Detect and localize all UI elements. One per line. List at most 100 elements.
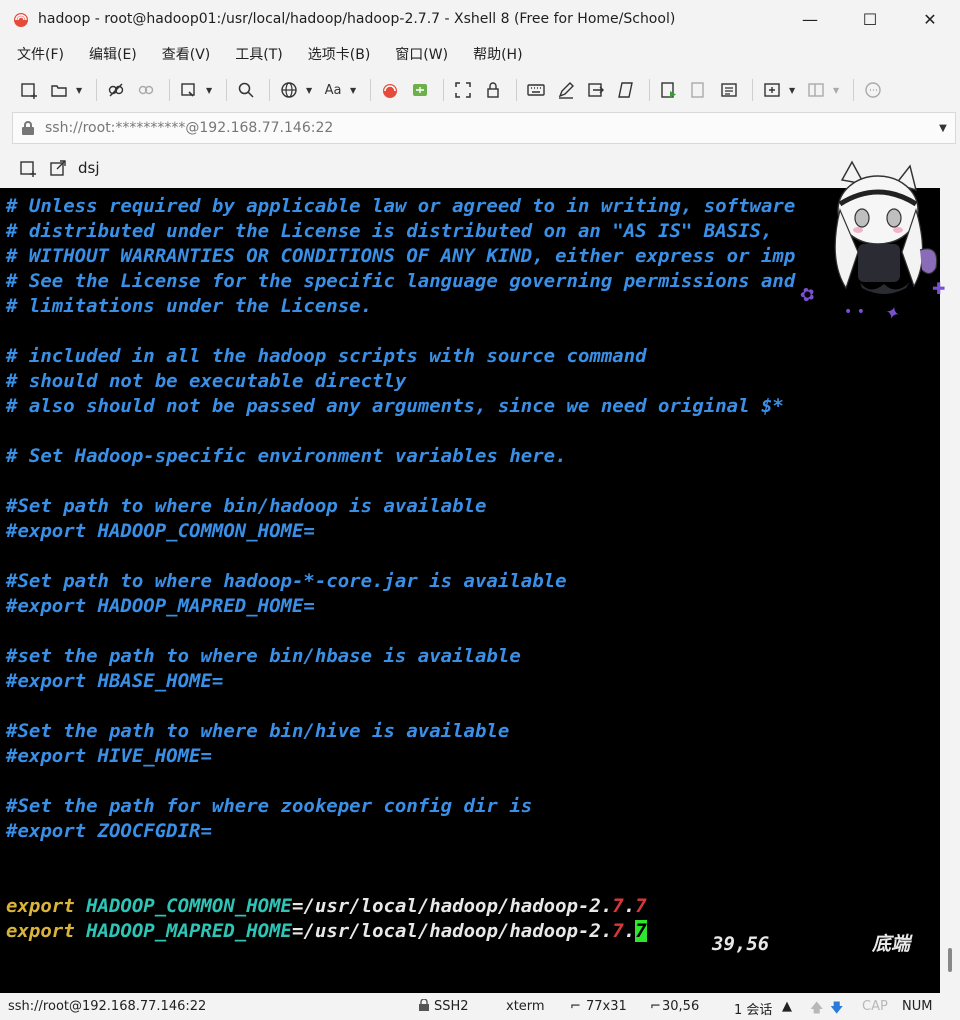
status-cursor: 30,56	[662, 999, 700, 1014]
terminal-line: export HADOOP_COMMON_HOME=/usr/local/had…	[6, 894, 795, 919]
stop-script-icon[interactable]	[686, 77, 712, 103]
menu-tools[interactable]: 工具(T)	[230, 42, 287, 66]
address-bar[interactable]: ssh://root:**********@192.168.77.146:22 …	[12, 112, 956, 144]
terminal-text: .	[623, 895, 636, 917]
vim-cursor-position: 39,56	[712, 933, 770, 955]
log-icon[interactable]	[716, 77, 742, 103]
terminal-text: #export HIVE_HOME=	[6, 745, 212, 767]
terminal-text: #export HADOOP_MAPRED_HOME=	[6, 595, 315, 617]
vim-status-line: 39,56 底端	[0, 932, 940, 957]
toolbar-divider	[443, 79, 444, 101]
search-icon[interactable]	[233, 77, 259, 103]
font-button[interactable]: Aa	[320, 77, 346, 103]
status-lock-icon	[418, 998, 430, 1015]
reconnect-icon[interactable]	[133, 77, 159, 103]
svg-text:✦: ✦	[882, 302, 902, 326]
layout-icon[interactable]	[803, 77, 829, 103]
terminal-line: #set the path to where bin/hbase is avai…	[6, 644, 795, 669]
menu-edit[interactable]: 编辑(E)	[84, 42, 142, 66]
toolbar-divider	[853, 79, 854, 101]
disconnect-icon[interactable]	[103, 77, 129, 103]
terminal-line: #export ZOOCFGDIR=	[6, 819, 795, 844]
lock-icon[interactable]	[480, 77, 506, 103]
terminal-line: #export HIVE_HOME=	[6, 744, 795, 769]
status-size-icon: ⌐	[570, 999, 581, 1014]
terminal-line: #export HBASE_HOME=	[6, 669, 795, 694]
chevron-down-icon[interactable]: ▼	[789, 86, 799, 95]
chevron-down-icon[interactable]: ▼	[833, 86, 843, 95]
terminal-area[interactable]: # Unless required by applicable law or a…	[0, 188, 940, 993]
terminal-text: #export HBASE_HOME=	[6, 670, 224, 692]
scrollbar-thumb[interactable]	[948, 948, 952, 972]
terminal-line: # Unless required by applicable law or a…	[6, 194, 795, 219]
anime-sticker-image: ✿ • • ✦ ✚	[797, 160, 960, 330]
maximize-button[interactable]: ☐	[840, 0, 900, 38]
address-text[interactable]: ssh://root:**********@192.168.77.146:22	[45, 120, 931, 136]
chevron-down-icon[interactable]: ▼	[350, 86, 360, 95]
terminal-line: #Set path to where bin/hadoop is availab…	[6, 494, 795, 519]
xshell-icon[interactable]	[377, 77, 403, 103]
terminal-text: # Set Hadoop-specific environment variab…	[6, 445, 567, 467]
open-tab-icon[interactable]	[48, 158, 68, 178]
terminal-line: #export HADOOP_MAPRED_HOME=	[6, 594, 795, 619]
svg-text:✿: ✿	[800, 283, 818, 308]
toolbar-divider	[649, 79, 650, 101]
terminal-text: # also should not be passed any argument…	[6, 395, 784, 417]
menu-tabs[interactable]: 选项卡(B)	[303, 42, 376, 66]
terminal-line: # distributed under the License is distr…	[6, 219, 795, 244]
chevron-down-icon[interactable]: ▼	[206, 86, 216, 95]
new-session-icon[interactable]	[16, 77, 42, 103]
tab-dsj[interactable]: dsj	[78, 159, 100, 177]
terminal-text: =/usr/local/hadoop/hadoop-2.	[292, 895, 613, 917]
terminal-text: #export ZOOCFGDIR=	[6, 820, 212, 842]
fullscreen-icon[interactable]	[450, 77, 476, 103]
terminal-text: # limitations under the License.	[6, 295, 373, 317]
new-window-icon[interactable]	[176, 77, 202, 103]
play-script-icon[interactable]	[656, 77, 682, 103]
close-button[interactable]: ✕	[900, 0, 960, 38]
terminal-text: #set the path to where bin/hbase is avai…	[6, 645, 521, 667]
open-folder-icon[interactable]	[46, 77, 72, 103]
menu-view[interactable]: 查看(V)	[157, 42, 216, 66]
xftp-icon[interactable]	[407, 77, 433, 103]
toolbar-divider	[226, 79, 227, 101]
terminal-text: # See the License for the specific langu…	[6, 270, 796, 292]
keyboard-icon[interactable]	[523, 77, 549, 103]
terminal-line: #Set the path for where zookeper config …	[6, 794, 795, 819]
minimize-button[interactable]: —	[780, 0, 840, 38]
new-tab-icon[interactable]	[759, 77, 785, 103]
sessions-caret-icon[interactable]: ▲	[782, 999, 792, 1014]
transfer-icon[interactable]	[583, 77, 609, 103]
terminal-text: #Set the path to where bin/hive is avail…	[6, 720, 510, 742]
toolbar-divider	[169, 79, 170, 101]
chat-icon[interactable]	[860, 77, 886, 103]
menu-help[interactable]: 帮助(H)	[468, 42, 527, 66]
chevron-down-icon[interactable]: ▼	[76, 86, 86, 95]
status-sessions[interactable]: 1 会话	[734, 999, 772, 1018]
toolbar: ▼ ▼ ▼ Aa ▼ ▼ ▼	[0, 72, 960, 108]
terminal-text: # should not be executable directly	[6, 370, 407, 392]
chevron-down-icon[interactable]: ▼	[931, 123, 955, 134]
chevron-down-icon[interactable]: ▼	[306, 86, 316, 95]
terminal-line: # included in all the hadoop scripts wit…	[6, 344, 795, 369]
menu-window[interactable]: 窗口(W)	[390, 42, 453, 66]
menu-file[interactable]: 文件(F)	[12, 42, 69, 66]
compose-icon[interactable]	[553, 77, 579, 103]
toolbar-divider	[370, 79, 371, 101]
session-manager-icon[interactable]	[18, 158, 38, 178]
terminal-text: export	[6, 895, 75, 917]
toolbar-divider	[752, 79, 753, 101]
toolbar-divider	[96, 79, 97, 101]
globe-icon[interactable]	[276, 77, 302, 103]
terminal-line: #Set the path to where bin/hive is avail…	[6, 719, 795, 744]
script-icon[interactable]	[613, 77, 639, 103]
terminal-line: # should not be executable directly	[6, 369, 795, 394]
terminal-line: # Set Hadoop-specific environment variab…	[6, 444, 795, 469]
